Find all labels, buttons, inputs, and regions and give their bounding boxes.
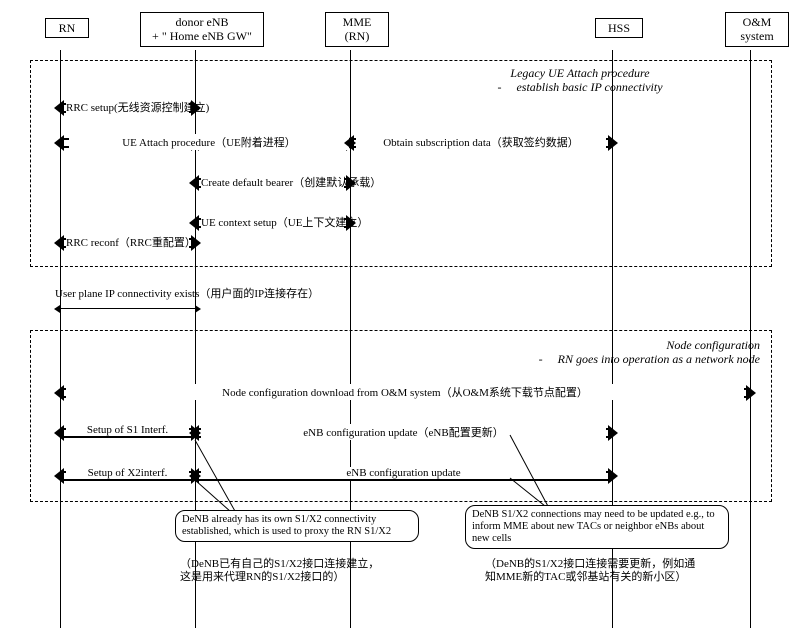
- actor-rn: RN: [45, 18, 89, 38]
- msg-enb-update2: eNB configuration update: [189, 468, 618, 484]
- callout-denb-proxy-cn: （DeNB已有自己的S1/X2接口连接建立，这是用来代理RN的S1/X2接口的）: [180, 558, 380, 584]
- phase1-title: Legacy UE Attach procedure - establish b…: [415, 66, 745, 95]
- msg-ue-context: UE context setup（UE上下文建立）: [189, 215, 356, 231]
- callout-denb-proxy: DeNB already has its own S1/X2 connectiv…: [175, 510, 419, 542]
- msg-rrc-setup: RRC setup(无线资源控制建立): [54, 100, 201, 116]
- actor-mme: MME(RN): [325, 12, 389, 47]
- msg-ue-attach-2: UE Attach procedure（UE附着进程）: [189, 135, 356, 151]
- actor-denb: donor eNB+ " Home eNB GW": [140, 12, 264, 47]
- callout-denb-update-cn: （DeNB的S1/X2接口连接需要更新，例如通知MME新的TAC或邻基站有关的新…: [485, 558, 705, 584]
- msg-user-plane-label: User plane IP connectivity exists（用户面的IP…: [55, 288, 375, 300]
- msg-obtain-sub: Obtain subscription data（获取签约数据）: [344, 135, 618, 151]
- msg-enb-update1: eNB configuration update（eNB配置更新）: [189, 425, 618, 441]
- sequence-diagram: RN donor eNB+ " Home eNB GW" MME(RN) HSS…: [10, 10, 790, 628]
- callout-denb-update: DeNB S1/X2 connections may need to be up…: [465, 505, 729, 549]
- actor-om: O&Msystem: [725, 12, 789, 47]
- phase2-title: Node configuration - RN goes into operat…: [430, 338, 760, 367]
- msg-setup-x2: Setup of X2interf.: [54, 468, 201, 484]
- msg-rrc-reconf: RRC reconf（RRC重配置）: [54, 235, 201, 251]
- msg-setup-s1: Setup of S1 Interf.: [54, 425, 201, 441]
- actor-hss: HSS: [595, 18, 643, 38]
- msg-node-config: Node configuration download from O&M sys…: [54, 385, 756, 401]
- msg-user-plane: [54, 305, 201, 313]
- msg-create-bearer: Create default bearer（创建默认承载）: [189, 175, 356, 191]
